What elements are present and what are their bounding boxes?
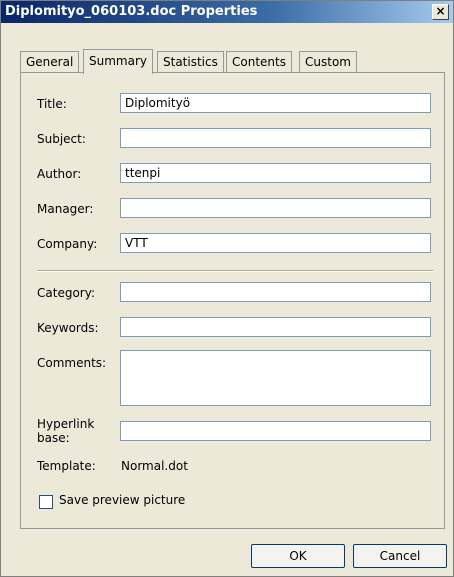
manager-label: Manager: [37, 202, 94, 216]
tab-general[interactable]: General [20, 51, 80, 72]
subject-field[interactable] [120, 128, 431, 148]
section-divider [37, 270, 433, 272]
author-label: Author: [37, 167, 82, 181]
template-label: Template: [37, 459, 96, 473]
tab-summary[interactable]: Summary [83, 49, 153, 74]
comments-field[interactable] [120, 350, 431, 406]
hyperlink-base-field[interactable] [120, 421, 431, 441]
subject-label: Subject: [37, 132, 86, 146]
hyperlink-base-label-line1: Hyperlink [37, 417, 95, 431]
category-field[interactable] [120, 282, 431, 302]
tab-custom[interactable]: Custom [299, 51, 357, 72]
title-label: Title: [37, 97, 67, 111]
hyperlink-base-label-line2: base: [37, 431, 70, 445]
category-label: Category: [37, 286, 95, 300]
author-field[interactable]: ttenpi [120, 163, 431, 183]
close-button[interactable]: × [432, 4, 449, 20]
comments-label: Comments: [37, 356, 107, 370]
summary-panel: Title: Diplomityö Subject: Author: ttenp… [20, 72, 445, 529]
save-preview-checkbox[interactable] [39, 495, 53, 509]
title-field[interactable]: Diplomityö [120, 93, 431, 113]
title-bar[interactable]: Diplomityo_060103.doc Properties × [1, 1, 453, 23]
manager-field[interactable] [120, 198, 431, 218]
ok-button[interactable]: OK [251, 544, 345, 568]
template-value: Normal.dot [121, 459, 188, 473]
tab-contents[interactable]: Contents [226, 51, 292, 72]
properties-dialog: Diplomityo_060103.doc Properties × Gener… [0, 0, 454, 577]
company-label: Company: [37, 237, 98, 251]
keywords-label: Keywords: [37, 321, 99, 335]
cancel-button[interactable]: Cancel [353, 544, 447, 568]
company-field[interactable]: VTT [120, 233, 431, 253]
save-preview-label[interactable]: Save preview picture [59, 493, 185, 507]
window-title: Diplomityo_060103.doc Properties [5, 4, 258, 19]
tab-statistics[interactable]: Statistics [157, 51, 224, 72]
keywords-field[interactable] [120, 317, 431, 337]
close-icon: × [435, 4, 446, 18]
